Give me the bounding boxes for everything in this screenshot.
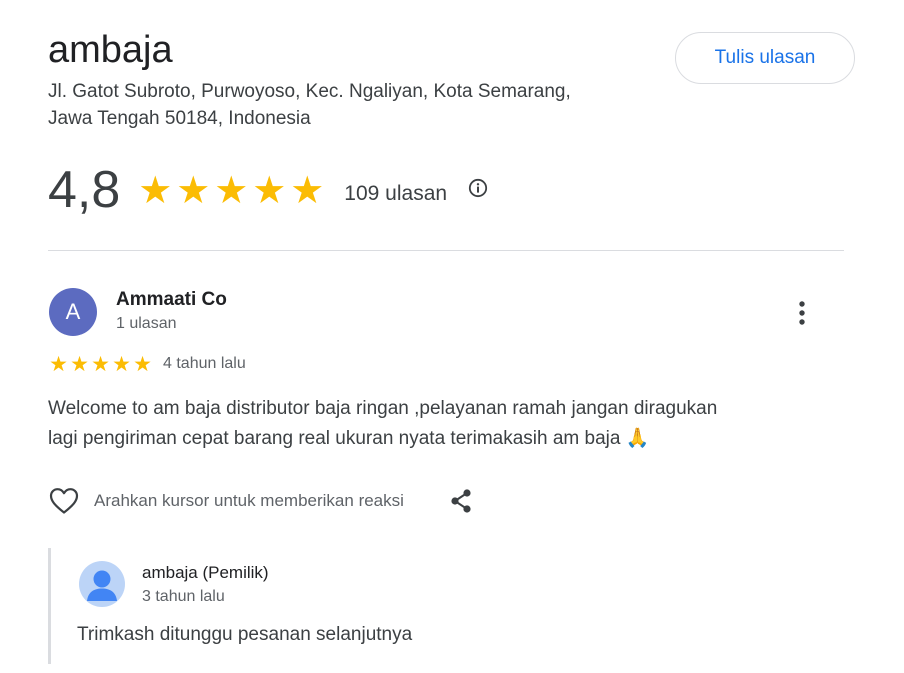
like-button[interactable] bbox=[48, 485, 80, 517]
reaction-prompt: Arahkan kursor untuk memberikan reaksi bbox=[94, 491, 404, 510]
review-rating: ★ ★ ★ ★ ★ 4 tahun lalu bbox=[48, 352, 246, 376]
review-stars: ★ ★ ★ ★ ★ bbox=[48, 351, 153, 376]
reaction-bar: Arahkan kursor untuk memberikan reaksi bbox=[48, 484, 476, 518]
owner-reply-text: Trimkash ditunggu pesanan selanjutnya bbox=[77, 624, 413, 645]
more-vert-icon bbox=[799, 301, 805, 325]
reviewer-review-count: 1 ulasan bbox=[116, 315, 177, 332]
star-icon: ★ bbox=[290, 168, 325, 212]
star-icon: ★ bbox=[214, 168, 249, 212]
share-icon bbox=[451, 489, 471, 513]
heart-outline-icon bbox=[49, 488, 79, 514]
place-title: ambaja bbox=[48, 29, 173, 71]
divider bbox=[48, 250, 844, 251]
address-line-2: Jawa Tengah 50184, Indonesia bbox=[48, 108, 311, 129]
address-line-1: Jl. Gatot Subroto, Purwoyoso, Kec. Ngali… bbox=[48, 81, 571, 102]
reviewer-avatar[interactable]: A bbox=[49, 288, 97, 336]
review-text-line-1: Welcome to am baja distributor baja ring… bbox=[48, 398, 718, 419]
owner-reply: ambaja (Pemilik) 3 tahun lalu Trimkash d… bbox=[48, 548, 838, 664]
default-profile-icon bbox=[79, 561, 125, 607]
rating-stars: ★ ★ ★ ★ ★ bbox=[136, 171, 326, 209]
star-icon: ★ bbox=[49, 351, 68, 376]
info-icon[interactable] bbox=[467, 177, 489, 199]
star-icon: ★ bbox=[112, 351, 131, 376]
rating-summary: 4,8 ★ ★ ★ ★ ★ 109 ulasan bbox=[48, 160, 489, 220]
review-date: 4 tahun lalu bbox=[163, 355, 246, 372]
star-icon: ★ bbox=[138, 168, 173, 212]
star-icon: ★ bbox=[133, 351, 152, 376]
review-text: Welcome to am baja distributor baja ring… bbox=[48, 394, 828, 454]
star-icon: ★ bbox=[176, 168, 211, 212]
star-icon: ★ bbox=[70, 351, 89, 376]
reviewer-name[interactable]: Ammaati Co bbox=[116, 289, 227, 311]
average-rating: 4,8 bbox=[48, 161, 121, 219]
review-text-line-2: lagi pengiriman cepat barang real ukuran… bbox=[48, 428, 650, 449]
review-count: 109 ulasan bbox=[344, 182, 448, 205]
star-icon: ★ bbox=[252, 168, 287, 212]
write-review-button[interactable]: Tulis ulasan bbox=[675, 32, 855, 84]
owner-name: ambaja (Pemilik) bbox=[142, 563, 269, 582]
owner-reply-date: 3 tahun lalu bbox=[142, 588, 225, 605]
place-address: Jl. Gatot Subroto, Purwoyoso, Kec. Ngali… bbox=[48, 78, 648, 132]
star-icon: ★ bbox=[91, 351, 110, 376]
share-button[interactable] bbox=[446, 486, 476, 516]
more-options-button[interactable] bbox=[786, 296, 818, 330]
